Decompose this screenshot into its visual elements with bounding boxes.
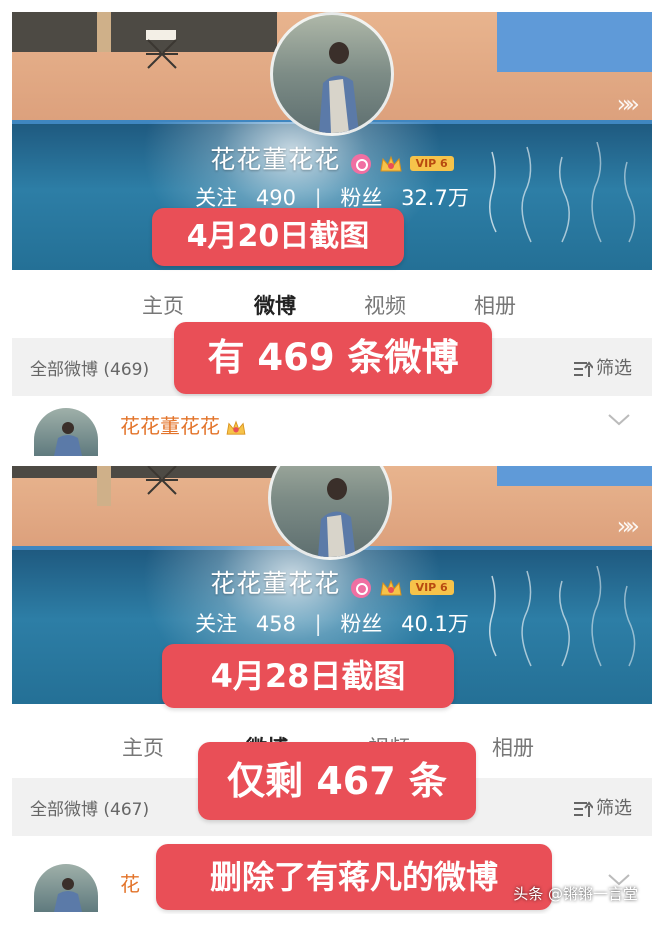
filter-button[interactable]: 筛选: [573, 354, 632, 380]
weibo-post-header: 花花董花花: [12, 404, 652, 460]
all-weibo-count[interactable]: 全部微博 (467): [30, 795, 149, 820]
crown-icon: [380, 579, 403, 595]
verified-icon: [351, 577, 372, 598]
username-row: 花花董花花 VIP 6: [12, 564, 652, 600]
filter-label: 筛选: [596, 798, 632, 819]
banner-sky: [497, 466, 652, 486]
tab-home[interactable]: 主页: [142, 290, 184, 320]
post-avatar[interactable]: [34, 864, 98, 912]
username: 花花董花花: [210, 145, 341, 174]
post-avatar-person: [54, 878, 82, 912]
chevron-down-icon[interactable]: [608, 410, 630, 431]
post-author-name[interactable]: 花: [120, 868, 140, 897]
screenshot-apr-28: »» 花花董花花 VIP 6 关注 458 | 粉丝 40.1万 4月28日截图…: [12, 466, 652, 914]
post-author-name[interactable]: 花花董花花: [120, 410, 246, 439]
filter-label: 筛选: [596, 358, 632, 379]
more-arrows-icon[interactable]: »»: [617, 90, 641, 118]
vip-badge: VIP 6: [409, 580, 454, 595]
filter-icon: [574, 361, 593, 377]
post-avatar-person: [54, 422, 82, 456]
filter-button[interactable]: 筛选: [573, 794, 632, 820]
chair-illustration: [146, 30, 178, 69]
stat-separator: |: [314, 186, 322, 210]
vip-badge: VIP 6: [409, 156, 454, 171]
post-avatar[interactable]: [34, 408, 98, 456]
follow-stats: 关注 458 | 粉丝 40.1万: [12, 608, 652, 638]
following-label[interactable]: 关注: [195, 612, 237, 636]
tab-album[interactable]: 相册: [492, 732, 534, 762]
all-weibo-count[interactable]: 全部微博 (469): [30, 355, 149, 380]
date-overlay-tag: 4月20日截图: [152, 208, 404, 266]
username-row: 花花董花花 VIP 6: [12, 140, 652, 176]
fans-label[interactable]: 粉丝: [340, 612, 382, 636]
count-overlay-tag: 有 469 条微博: [174, 322, 492, 394]
following-count[interactable]: 458: [256, 612, 296, 636]
note-overlay-tag: 删除了有蒋凡的微博: [156, 844, 552, 910]
avatar-person: [319, 42, 359, 133]
fans-label[interactable]: 粉丝: [340, 186, 382, 210]
fans-count[interactable]: 32.7万: [401, 186, 469, 210]
tab-album[interactable]: 相册: [474, 290, 516, 320]
date-overlay-tag: 4月28日截图: [162, 644, 454, 708]
crown-icon: [226, 420, 246, 435]
username: 花花董花花: [210, 569, 341, 598]
watermark: 头条 @锵锵一言堂: [513, 885, 638, 903]
verified-icon: [351, 153, 372, 174]
chair-illustration: [146, 466, 178, 495]
more-arrows-icon[interactable]: »»: [617, 512, 641, 540]
following-label[interactable]: 关注: [195, 186, 237, 210]
screenshot-apr-20: »» 花花董花花 VIP 6 关注 490 | 粉丝 32.7万 4月20日截图…: [12, 12, 652, 460]
post-author-text: 花花董花花: [120, 414, 220, 438]
fans-count[interactable]: 40.1万: [401, 612, 469, 636]
tab-video[interactable]: 视频: [364, 290, 406, 320]
tab-weibo[interactable]: 微博: [254, 290, 296, 320]
banner-sky: [497, 12, 652, 72]
count-overlay-tag: 仅剩 467 条: [198, 742, 476, 820]
stat-separator: |: [314, 612, 322, 636]
crown-icon: [380, 155, 403, 171]
following-count[interactable]: 490: [256, 186, 296, 210]
filter-icon: [574, 801, 593, 817]
tab-home[interactable]: 主页: [122, 732, 164, 762]
avatar-person: [317, 478, 356, 557]
profile-avatar[interactable]: [270, 12, 394, 136]
